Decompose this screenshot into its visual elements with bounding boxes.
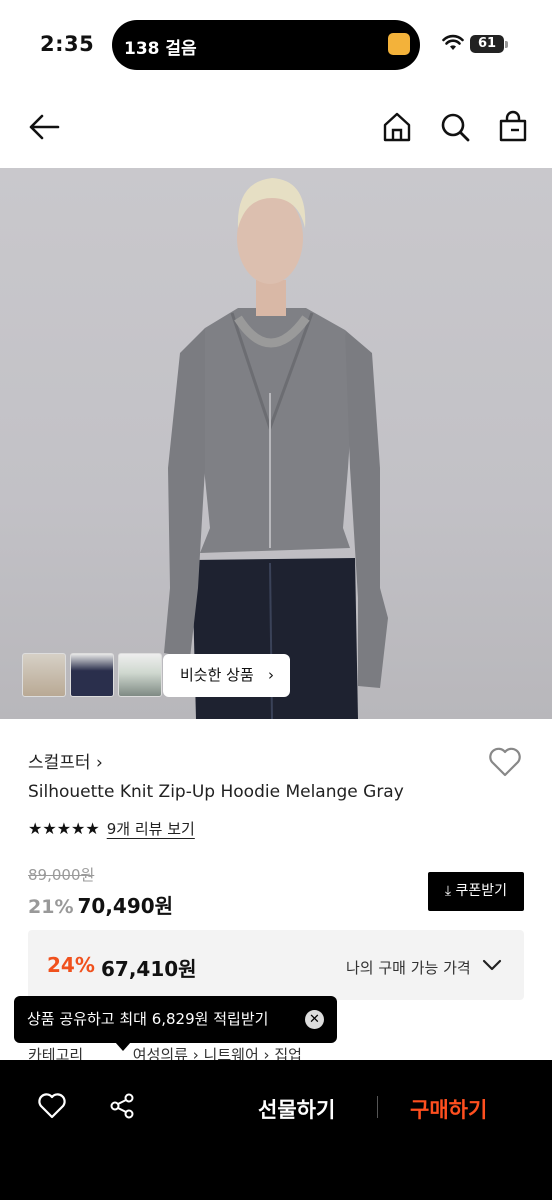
coupon-label: 쿠폰받기 [455,883,508,899]
app-icon [388,33,410,55]
status-bar: 2:35 138 걸음 61 [0,0,552,88]
tooltip-text: 상품 공유하고 최대 6,829원 적립받기 [27,1010,269,1028]
thumbnail-1[interactable] [22,653,66,697]
chevron-right-icon: › [95,753,103,773]
clock: 2:35 [40,32,95,56]
wifi-icon [442,34,464,50]
search-icon[interactable] [438,110,472,144]
back-arrow-icon[interactable] [26,110,62,144]
product-title: Silhouette Knit Zip-Up Hoodie Melange Gr… [28,782,404,802]
top-nav [0,88,552,168]
shopping-bag-icon[interactable] [496,110,530,144]
divider [377,1096,378,1118]
my-price-label: 나의 구매 가능 가격 [346,959,471,977]
similar-products-label: 비슷한 상품 [180,666,254,684]
sale-price: 70,490원 [77,894,174,918]
my-discount-rate: 24% [47,953,95,977]
star-rating: ★★★★★ [28,819,100,838]
heart-icon[interactable] [37,1092,67,1120]
thumbnail-2[interactable] [70,653,114,697]
chevron-down-icon [482,959,502,971]
brand-link[interactable]: 스컬프터 › [28,748,103,773]
chevron-right-icon: › [268,666,274,684]
buy-button[interactable]: 구매하기 [410,1094,487,1124]
coupon-button[interactable]: ⤓ 쿠폰받기 [428,872,524,911]
breadcrumb-item[interactable]: 여성의류 [133,1046,188,1060]
tooltip-arrow [115,1042,131,1051]
breadcrumb-separator: › [263,1046,275,1060]
home-icon[interactable] [380,110,414,144]
breadcrumb-item[interactable]: 니트웨어 [204,1046,259,1060]
battery-tip [505,41,508,48]
gift-button[interactable]: 선물하기 [258,1094,335,1124]
original-price: 89,000원 [28,866,95,884]
share-reward-tooltip: 상품 공유하고 최대 6,829원 적립받기 ✕ [14,996,337,1043]
similar-products-button[interactable]: 비슷한 상품 › [163,654,290,697]
my-price: 67,410원 [101,957,197,981]
my-price-panel[interactable]: 24% 67,410원 나의 구매 가능 가격 [28,930,524,1000]
step-count: 138 걸음 [124,39,197,59]
sale-price-row: 21% 70,490원 [28,890,173,919]
review-link[interactable]: 9개 리뷰 보기 [107,818,195,839]
breadcrumb: 카테고리 여성의류 › 니트웨어 › 집업 [28,1044,302,1060]
thumbnail-strip [22,653,162,697]
close-icon[interactable]: ✕ [305,1010,324,1029]
wishlist-heart-icon[interactable] [487,746,523,778]
discount-rate: 21% [28,896,74,918]
dynamic-island[interactable]: 138 걸음 [112,20,420,70]
bottom-action-bar: 선물하기 구매하기 [0,1060,552,1200]
rating-row: ★★★★★ 9개 리뷰 보기 [28,818,195,839]
breadcrumb-separator: › [192,1046,204,1060]
model-illustration [164,178,388,719]
breadcrumb-label: 카테고리 [28,1046,84,1060]
download-icon: ⤓ [444,883,456,899]
thumbnail-3[interactable] [118,653,162,697]
breadcrumb-item[interactable]: 집업 [274,1046,302,1060]
product-image[interactable]: 비슷한 상품 › [0,168,552,719]
share-icon[interactable] [108,1092,136,1120]
brand-name: 스컬프터 [28,753,91,773]
battery-icon: 61 [470,35,504,53]
